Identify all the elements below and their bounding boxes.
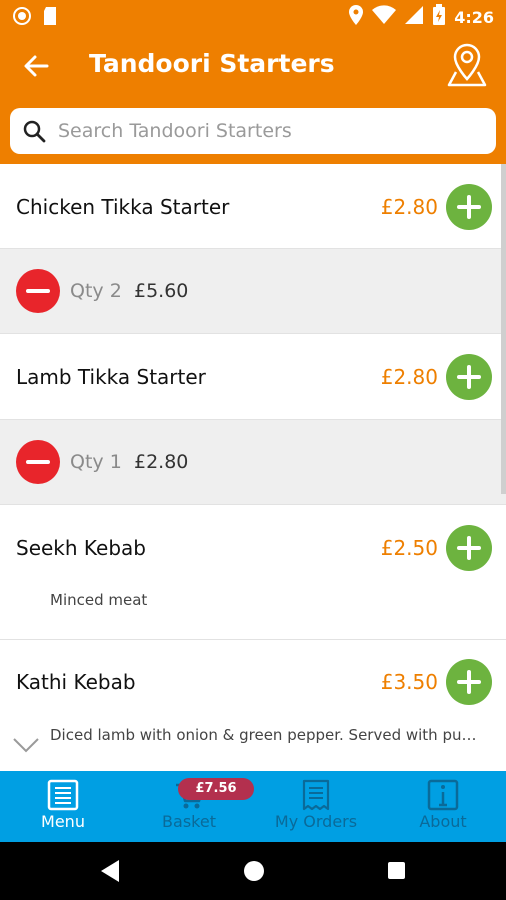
tab-label: My Orders [274,812,358,831]
item-description: Minced meat [50,591,148,609]
scrollbar[interactable] [501,164,506,494]
tab-label: Menu [41,812,85,831]
bottom-nav: Menu Basket My Orders About £7.56 [0,771,506,842]
list-item[interactable]: Chicken Tikka Starter £2.80 [0,164,506,249]
list-item[interactable]: Lamb Tikka Starter £2.80 [0,334,506,420]
info-icon [427,779,459,811]
add-button[interactable] [446,659,492,705]
sd-card-icon [42,6,58,30]
list-item[interactable]: Kathi Kebab £3.50 Diced lamb with onion … [0,640,506,771]
map-location-button[interactable] [446,42,488,88]
signal-icon [404,5,424,29]
item-price: £2.80 [380,365,438,389]
quantity-total: £2.80 [134,451,189,473]
system-back-icon[interactable] [100,859,120,887]
system-navigation-bar [0,842,506,900]
item-price: £2.50 [380,536,438,560]
tab-label: Basket [162,812,216,831]
tab-about[interactable]: About [380,771,506,842]
quantity-row: Qty 1 £2.80 [0,420,506,505]
list-item[interactable]: Seekh Kebab £2.50 Minced meat [0,505,506,640]
status-time: 4:26 [454,7,494,27]
status-left [12,6,58,30]
search-icon [23,120,46,143]
status-bar: 4:26 [0,0,506,34]
menu-item-list[interactable]: Chicken Tikka Starter £2.80 Qty 2 £5.60 … [0,164,506,771]
system-home-icon[interactable] [244,861,264,881]
tab-menu[interactable]: Menu [0,771,126,842]
back-button[interactable] [20,50,52,82]
system-recents-icon[interactable] [388,862,405,879]
item-name: Seekh Kebab [16,536,146,560]
search-bar[interactable] [10,108,496,154]
add-button[interactable] [446,525,492,571]
quantity-total: £5.60 [134,280,189,302]
map-pin-icon [447,43,487,87]
page-title: Tandoori Starters [89,49,335,78]
add-button[interactable] [446,184,492,230]
tab-my-orders[interactable]: My Orders [253,771,379,842]
receipt-icon [302,779,330,811]
app-bar: Tandoori Starters [0,34,506,164]
status-right: 4:26 [348,4,494,30]
basket-total-badge: £7.56 [178,778,254,800]
menu-book-icon [47,779,79,811]
add-button[interactable] [446,354,492,400]
battery-icon [432,4,446,30]
tab-label: About [419,812,467,831]
item-name: Lamb Tikka Starter [16,365,206,389]
record-icon [12,6,32,30]
remove-button[interactable] [16,269,60,313]
item-description: Diced lamb with onion & green pepper. Se… [50,726,477,744]
chevron-down-icon[interactable] [12,736,40,754]
quantity-label: Qty 2 [70,280,122,302]
location-icon [348,4,364,30]
item-price: £2.80 [380,195,438,219]
quantity-label: Qty 1 [70,451,122,473]
search-input[interactable] [58,120,478,142]
remove-button[interactable] [16,440,60,484]
item-name: Kathi Kebab [16,670,136,694]
item-name: Chicken Tikka Starter [16,195,230,219]
arrow-left-icon [24,55,49,77]
wifi-icon [372,5,397,29]
quantity-row: Qty 2 £5.60 [0,249,506,334]
item-price: £3.50 [380,670,438,694]
